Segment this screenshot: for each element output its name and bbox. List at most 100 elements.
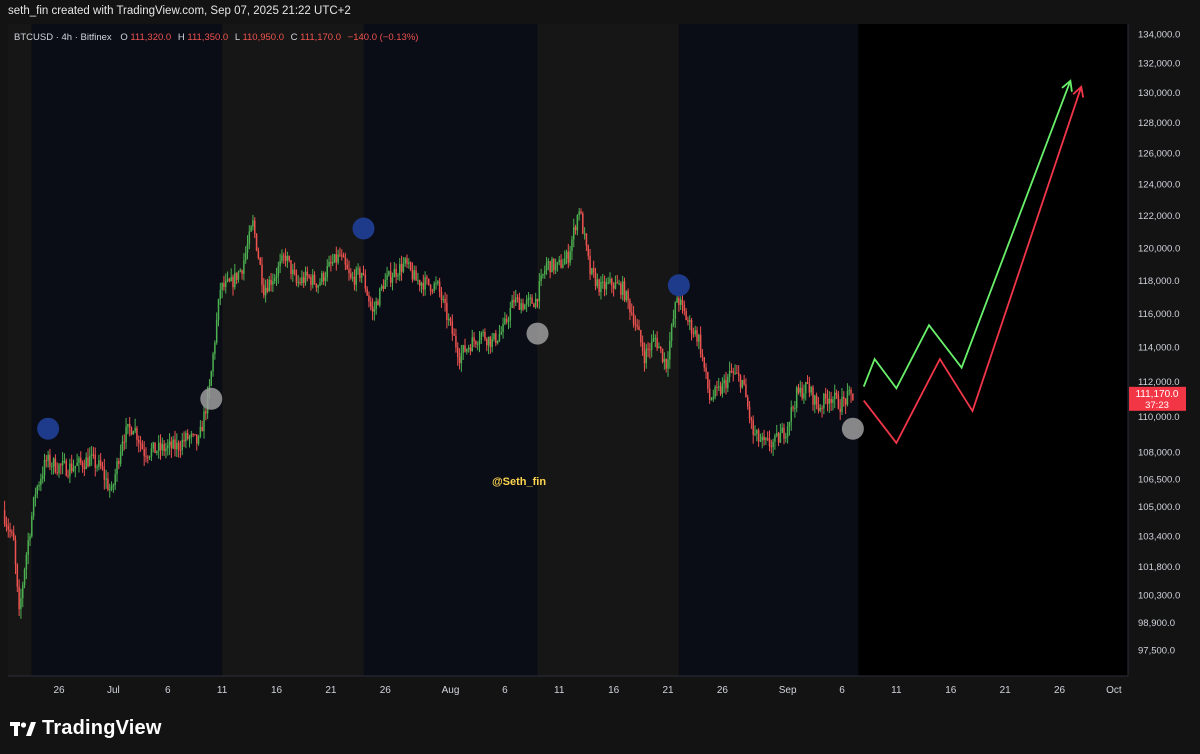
candle-body — [277, 266, 280, 276]
candle-body — [252, 220, 254, 227]
candle-body — [440, 291, 443, 300]
last-price-label: 111,170.0 37:23 — [1129, 386, 1186, 411]
candle-body — [313, 274, 316, 284]
candle-body — [701, 353, 704, 358]
candle-body — [138, 439, 140, 443]
candle-body — [743, 379, 745, 385]
candle-body — [438, 281, 441, 292]
candle-body — [821, 407, 823, 409]
candle-body — [504, 318, 506, 324]
candle-body — [107, 478, 109, 490]
pivot-low-marker — [200, 387, 223, 410]
tradingview-logo[interactable]: TradingView — [10, 717, 162, 740]
candle-body — [455, 335, 457, 348]
candle-body — [348, 269, 350, 274]
candle-body — [40, 478, 42, 485]
footer: TradingView — [0, 706, 1200, 754]
price-chart[interactable]: 134,000.0 132,000.0 130,000.0 128,000.0 126,… — [0, 0, 1200, 706]
candle-body — [676, 298, 678, 303]
candle-body — [112, 484, 115, 487]
candle-body — [736, 372, 738, 374]
candle-body — [373, 308, 376, 312]
candle-body — [234, 272, 236, 288]
candle-body — [284, 256, 287, 261]
candle-body — [210, 371, 212, 386]
candle-body — [27, 540, 29, 555]
candle-body — [346, 264, 348, 270]
candle-body — [830, 398, 832, 403]
candle-body — [478, 340, 481, 344]
candle-body — [212, 353, 214, 372]
candle-body — [728, 370, 731, 377]
candle-body — [232, 276, 234, 288]
candle-body — [7, 526, 9, 530]
candle-body — [103, 468, 106, 480]
candle-body — [322, 273, 325, 281]
candle-body — [618, 283, 620, 285]
pivot-high-marker — [667, 274, 690, 297]
candle-body — [828, 398, 831, 404]
candle-body — [844, 398, 847, 405]
tradingview-logo-icon — [10, 721, 36, 736]
candle-body — [283, 255, 285, 257]
candle-body — [254, 220, 256, 234]
candle-body — [12, 532, 15, 541]
candle-body — [408, 262, 410, 264]
candle-body — [357, 268, 359, 270]
candle-body — [565, 251, 568, 259]
candle-body — [308, 275, 310, 278]
candle-body — [375, 301, 377, 309]
candle-body — [781, 427, 783, 433]
pivot-high-marker — [352, 217, 375, 240]
y-tick-label: 122,000.0 — [1138, 211, 1180, 222]
candle-body — [839, 408, 841, 412]
candle-body — [110, 486, 113, 490]
candle-body — [310, 277, 312, 285]
candle-body — [49, 454, 51, 467]
candle-body — [159, 442, 162, 451]
candle-body — [805, 382, 807, 394]
candle-body — [482, 331, 484, 333]
candle-body — [632, 313, 635, 324]
candle-body — [36, 486, 38, 495]
candle-body — [85, 457, 87, 470]
candle-body — [368, 295, 370, 302]
candle-body — [16, 564, 19, 587]
candle-body — [266, 287, 269, 292]
candle-body — [152, 442, 154, 449]
candle-body — [710, 399, 713, 401]
candle-body — [551, 258, 553, 273]
candle-body — [654, 338, 657, 340]
x-tick-label: 26 — [53, 685, 65, 696]
candle-body — [121, 441, 124, 452]
candle-body — [328, 261, 330, 267]
candle-body — [580, 211, 582, 214]
candle-body — [431, 290, 434, 292]
candle-body — [341, 255, 343, 257]
candle-body — [244, 252, 247, 261]
candle-body — [362, 273, 365, 275]
candle-body — [484, 331, 486, 340]
candle-body — [770, 446, 773, 448]
candle-body — [759, 440, 762, 442]
candle-body — [634, 323, 637, 326]
candle-body — [101, 466, 104, 469]
candle-body — [11, 531, 13, 533]
candle-body — [460, 352, 463, 364]
candle-body — [359, 268, 361, 278]
candle-body — [699, 334, 702, 354]
candle-body — [61, 460, 64, 466]
candle-body — [192, 434, 194, 436]
candle-body — [377, 301, 379, 306]
candle-body — [270, 279, 272, 285]
candle-body — [194, 434, 196, 436]
candle-body — [304, 271, 307, 283]
candle-body — [437, 281, 439, 284]
candle-body — [275, 275, 278, 279]
bar-countdown: 37:23 — [1145, 400, 1169, 411]
candle-body — [177, 442, 180, 450]
candle-body — [183, 439, 185, 442]
low-value: 110,950.0 — [242, 32, 284, 43]
candle-body — [87, 457, 89, 467]
candle-body — [293, 269, 296, 274]
